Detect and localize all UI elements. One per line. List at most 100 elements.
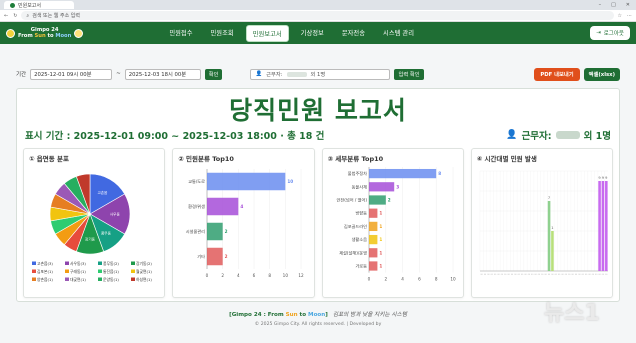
main-nav: 민원접수 민원조회 민원보고서 기상정보 문자전송 시스템 관리 [163,24,420,42]
bar-value-label: 9 [605,176,608,180]
star-icon[interactable]: ☆ [618,13,622,19]
app-logo[interactable]: Gimpo 24 From Sun to Moon [6,27,84,39]
x-tick-label: 8 [434,277,437,282]
bar-value-label: 3 [396,184,399,189]
legend-label: 사우동(3) [70,261,86,266]
address-placeholder: 검색 또는 웹 주소 입력 [32,13,80,19]
nav-item-4[interactable]: 문자전송 [336,25,371,42]
legend-label: 월곶면(1) [136,269,152,274]
legend-swatch [32,261,36,265]
back-icon[interactable]: ← [4,13,8,19]
legend-label: 구래동(1) [70,269,86,274]
x-tick-label: 8 [269,273,272,278]
footer-copyright: © 2025 Gimpo City. All rights reserved. … [254,322,382,327]
y-tick-label: 방향등 [355,210,367,216]
pie-slice-label: 풍무동 [101,231,112,235]
bar [368,195,386,205]
legend-swatch [32,277,36,281]
legend-label: 풍무동(2) [103,261,119,266]
y-tick-label: 가로등 [355,263,367,270]
period-confirm-button[interactable]: 확인 [204,68,223,80]
worker-input[interactable]: 👤 근무자: 외 1명 [250,68,391,80]
browser-tabbar: 민원보고서 – □ ✕ [0,0,636,10]
panel-district-distribution: ① 읍면동 분포 고촌읍 사우동 풍무동 장기동 고촌읍(3) 사우동(3) 풍무동(2) 장… [23,148,166,298]
report-meta: 표시 기간 : 2025-12-01 09:00 ~ 2025-12-03 18… [17,128,619,142]
pie-slice-label: 장기동 [85,236,96,241]
subcategory-bar-chart: 0 2 4 6 8 10 불법주정차 8 동물사체 3 안전(넘어 / 떨어) 2 방향등 1 김포골드라인… [336,167,456,282]
logo-icon [6,28,15,38]
x-tick-label: 6 [418,277,421,282]
bar [368,261,377,271]
nav-item-2[interactable]: 민원보고서 [245,24,289,42]
logo-subtitle: From Sun to Moon [18,33,72,39]
bar [604,181,608,271]
bar [368,234,377,245]
legend-swatch [65,277,69,281]
extensions-icon[interactable]: ⋯ [627,13,632,19]
legend-swatch [98,269,102,273]
report-card: 당직민원 보고서 표시 기간 : 2025-12-01 09:00 ~ 2025… [16,88,620,302]
panel-hourly: ④ 시간대별 민원 발생 00 00 00 00 00 00 00 00 00 00 00 00 00 0… [470,148,613,298]
bar [598,181,601,271]
pie-slice-label: 사우동 [110,212,121,217]
x-tick-label: 2 [384,277,387,282]
news-watermark: 뉴스1 [544,301,600,326]
user-icon: 👤 [506,130,518,140]
browser-tab[interactable]: 민원보고서 [4,1,74,9]
app-header: Gimpo 24 From Sun to Moon 민원접수 민원조회 민원보고서 기… [0,22,636,44]
x-tick-label: 10 [283,273,289,278]
legend-swatch [98,277,102,281]
bar-value-label: 1 [379,250,382,255]
x-tick-label: 2 [222,273,225,278]
y-tick-label: 불법주정차 [347,170,366,177]
bar-value-label: 2 [387,198,390,203]
report-title: 당직민원 보고서 [229,96,407,125]
hourly-bar-chart: 00 00 00 00 00 00 00 00 00 00 00 00 00 00 00 00 00 00 00 00… [479,170,608,276]
category-bar-chart: 0 2 4 6 8 10 12 교통/도로 10 환경/위생 4 시설물관리 2 기타 2 [186,169,304,278]
y-tick-label: 시설물관리 [186,228,205,235]
legend-label: 운양동(1) [103,277,119,282]
nav-item-1[interactable]: 민원조회 [205,25,240,42]
y-tick-label: 안전(넘어 / 떨어) [336,197,367,204]
legend-swatch [65,261,69,265]
bar-value-label: 1 [379,237,382,242]
excel-export-button[interactable]: 엑셀(xlsx) [583,67,620,81]
bar [368,208,377,218]
bar-value-label: 7 [548,196,550,200]
nav-item-5[interactable]: 시스템 관리 [377,25,420,42]
start-datetime-input[interactable]: 2025-12-01 09시 00분 [30,68,113,80]
logout-button[interactable]: ⇥ 로그아웃 [590,26,630,40]
legend-label: 하성면(1) [136,277,152,282]
reload-icon[interactable]: ↻ [13,13,17,19]
user-icon: 👤 [255,71,263,77]
bar [207,247,223,266]
nav-item-0[interactable]: 민원접수 [163,25,198,42]
worker-confirm-button[interactable]: 입력 확인 [394,68,424,80]
panel-category-top10: ② 민원분류 Top10 0 2 4 6 8 10 12 교통/도로 10 환경/위생 4 시설물관리… [172,148,315,298]
minimize-icon[interactable]: – [599,2,602,8]
nav-item-3[interactable]: 기상정보 [295,25,330,42]
end-datetime-input[interactable]: 2025-12-03 18시 00분 [124,68,201,80]
address-bar[interactable]: ⌕ 검색 또는 웹 주소 입력 [21,11,614,20]
worker-name-redacted [286,71,307,77]
y-tick-label: 김포골드라인 [343,223,366,230]
report-worker: 👤 근무자: 외 1명 [506,130,611,142]
x-tick-label: 10 [450,277,456,282]
x-tick-label: 00 [605,274,608,276]
window-controls: – □ ✕ [599,2,636,8]
legend-swatch [131,277,135,281]
pdf-export-button[interactable]: PDF 내보내기 [534,67,580,81]
y-tick-label: 제설(설해)/운영 [339,249,367,256]
tab-favicon-icon [10,2,15,8]
close-icon[interactable]: ✕ [626,2,630,8]
bar [207,172,286,191]
bar-value-label: 1 [379,264,382,269]
legend-label: 양촌읍(1) [37,277,53,282]
pie-slice-label: 고촌읍 [97,190,108,195]
maximize-icon[interactable]: □ [611,2,616,8]
y-tick-label: 동물사체 [351,183,367,190]
chart-panels: ① 읍면동 분포 고촌읍 사우동 풍무동 장기동 고촌읍(3) 사우동(3) 풍무동(2) 장… [23,148,613,298]
bar-value-label: 1 [551,226,553,230]
y-tick-label: 생활소음 [351,236,367,243]
bar [368,168,436,179]
